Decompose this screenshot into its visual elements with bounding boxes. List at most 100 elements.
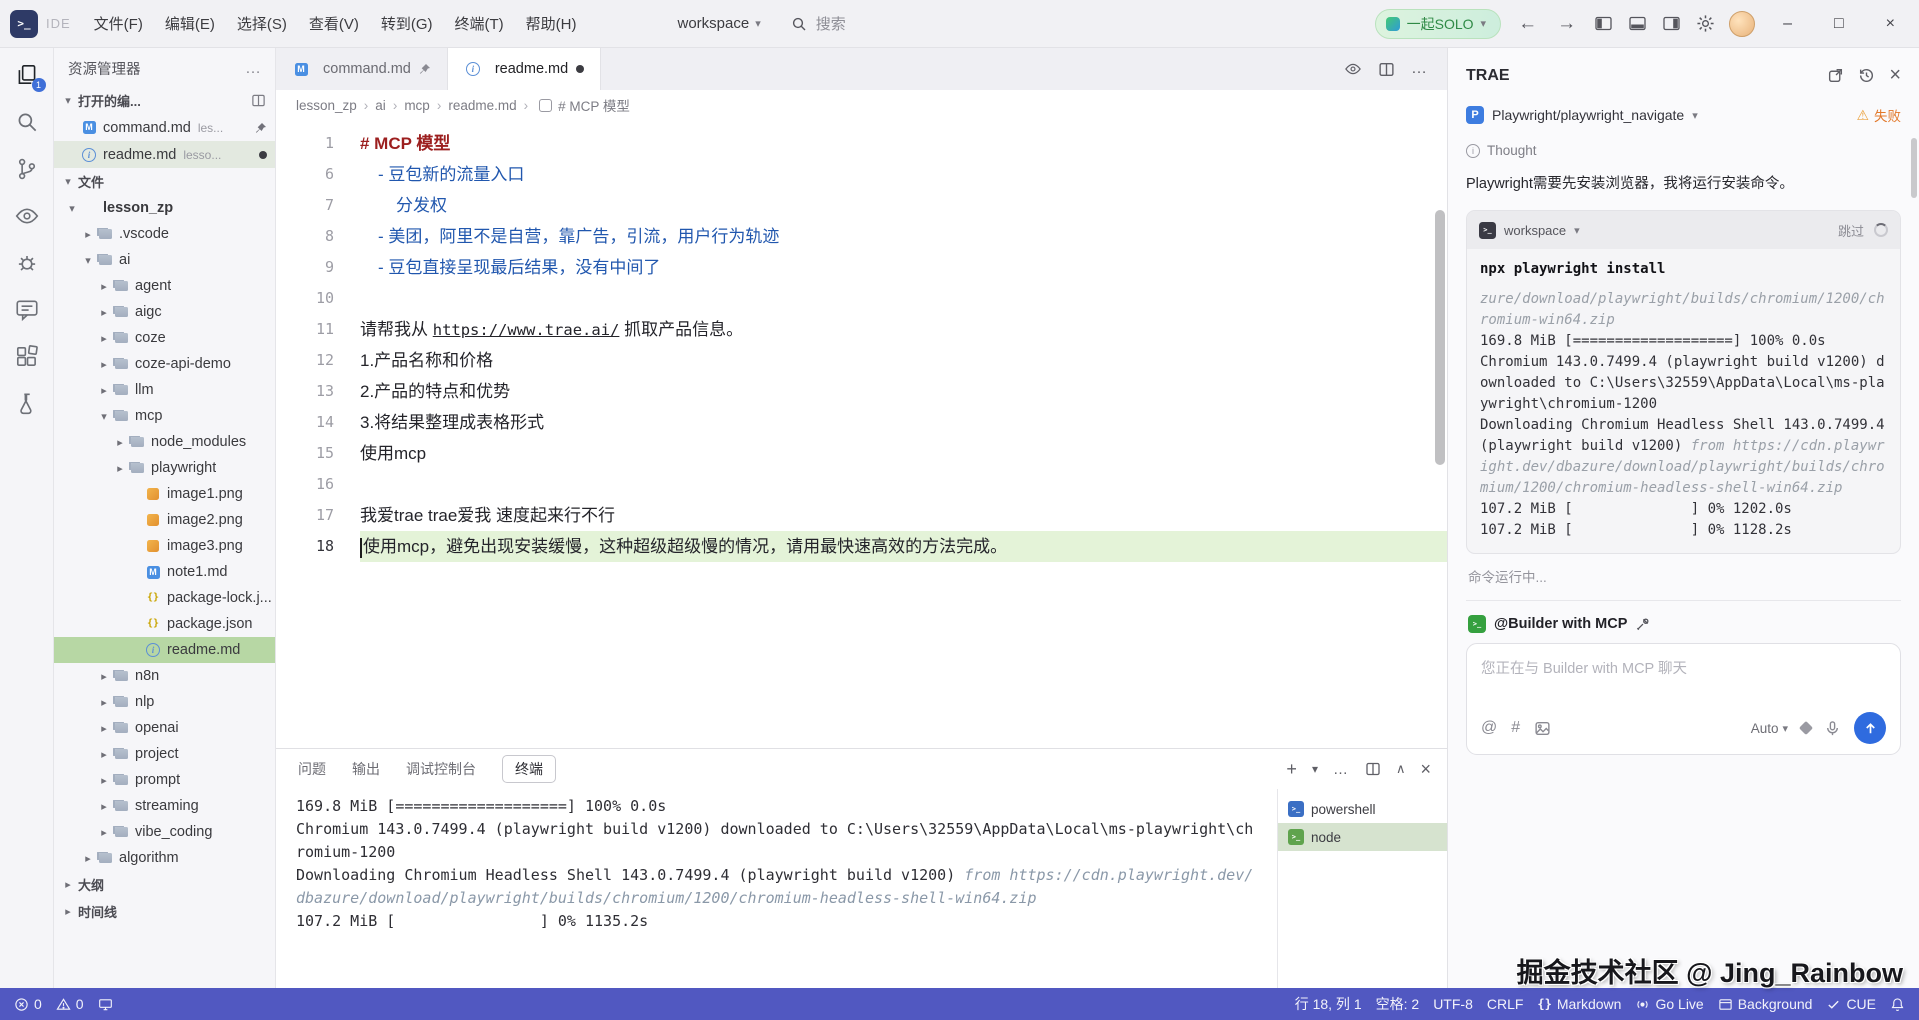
editor-line[interactable] (360, 469, 1447, 500)
tree-item[interactable]: image2.png (54, 507, 275, 533)
language-mode[interactable]: {} Markdown (1537, 996, 1621, 1012)
background-button[interactable]: Background (1718, 996, 1813, 1012)
tree-item[interactable]: package-lock.j... (54, 585, 275, 611)
tree-item[interactable]: package.json (54, 611, 275, 637)
tree-item[interactable]: mcp (54, 403, 275, 429)
breadcrumb-item[interactable]: lesson_zp (296, 98, 375, 113)
back-button[interactable]: ← (1515, 13, 1540, 35)
tree-item[interactable]: readme.md (54, 637, 275, 663)
skip-button[interactable]: 跳过 (1838, 221, 1864, 240)
panel-tab[interactable]: 调试控制台 (406, 759, 476, 779)
tree-item[interactable]: lesson_zp (54, 195, 275, 221)
open-editor-readme-md[interactable]: readme.md lesso... (54, 141, 275, 168)
chat-input[interactable]: 您正在与 Builder with MCP 聊天 @ # Auto ▾ (1466, 643, 1901, 755)
editor-line[interactable]: 2.产品的特点和优势 (360, 376, 1447, 407)
panel-tab[interactable]: 问题 (298, 759, 326, 779)
indentation[interactable]: 空格: 2 (1376, 994, 1420, 1014)
menu-item[interactable]: 帮助(H) (515, 8, 588, 39)
editor-line[interactable] (360, 283, 1447, 314)
preview-eye-icon[interactable] (14, 203, 40, 229)
tree-item[interactable]: streaming (54, 793, 275, 819)
open-editors-config-icon[interactable] (251, 93, 267, 109)
modified-dot-icon[interactable] (259, 151, 267, 159)
warnings-indicator[interactable]: 0 (56, 996, 84, 1012)
tree-item[interactable]: algorithm (54, 845, 275, 871)
window-maximize-button[interactable]: □ (1820, 11, 1858, 37)
cue-button[interactable]: CUE (1826, 996, 1876, 1012)
avatar[interactable] (1729, 11, 1755, 37)
mention-icon[interactable]: @ (1481, 719, 1497, 737)
menu-item[interactable]: 文件(F) (83, 8, 154, 39)
tree-item[interactable]: ai (54, 247, 275, 273)
chat-scrollbar[interactable] (1911, 138, 1917, 198)
notifications-bell-icon[interactable] (1890, 997, 1905, 1012)
tree-item[interactable]: .vscode (54, 221, 275, 247)
remote-monitor-indicator[interactable] (98, 997, 113, 1012)
editor-line[interactable]: 1.产品名称和价格 (360, 345, 1447, 376)
terminal-dropdown-icon[interactable]: ▾ (1312, 762, 1318, 776)
forward-button[interactable]: → (1554, 13, 1579, 35)
more-actions-icon[interactable]: … (1333, 761, 1350, 778)
menu-item[interactable]: 选择(S) (226, 8, 298, 39)
explorer-icon[interactable]: 1 (14, 62, 40, 88)
terminal-session[interactable]: node (1278, 823, 1447, 851)
maximize-panel-icon[interactable]: ∧ (1396, 761, 1406, 777)
editor-line[interactable]: - 豆包新的流量入口 (360, 159, 1447, 190)
menu-item[interactable]: 编辑(E) (154, 8, 226, 39)
tab-readme-md[interactable]: readme.md (448, 48, 601, 90)
toggle-bottom-panel-icon[interactable] (1627, 14, 1647, 34)
breadcrumb-item[interactable]: mcp (404, 98, 448, 113)
tree-item[interactable]: openai (54, 715, 275, 741)
builder-agent-row[interactable]: @Builder with MCP (1466, 613, 1901, 643)
editor-current-line[interactable]: 使用mcp，避免出现安装缓慢，这种超级超级慢的情况，请用最快速高效的方法完成。 (360, 531, 1447, 562)
workspace-switcher[interactable]: workspace ▾ (677, 15, 760, 32)
files-section-header[interactable]: 文件 (54, 168, 275, 195)
toggle-right-panel-icon[interactable] (1661, 14, 1681, 34)
tree-item[interactable]: agent (54, 273, 275, 299)
preview-eye-icon[interactable] (1344, 60, 1362, 78)
attach-image-icon[interactable] (1534, 720, 1551, 737)
menu-item[interactable]: 转到(G) (370, 8, 444, 39)
enhance-spark-icon[interactable] (1799, 721, 1813, 735)
editor-line[interactable]: 请帮我从 https://www.trae.ai/ 抓取产品信息。 (360, 314, 1447, 345)
editor-line[interactable]: 使用mcp (360, 438, 1447, 469)
global-search[interactable]: 搜索 (789, 13, 846, 34)
tree-item[interactable]: llm (54, 377, 275, 403)
code-editor[interactable]: 16789101112131415161718 # MCP 模型 - 豆包新的流… (276, 120, 1447, 748)
tree-item[interactable]: aigc (54, 299, 275, 325)
sidebar-more-icon[interactable]: … (245, 60, 263, 78)
editor-line[interactable]: - 美团，阿里不是自营，靠广告，引流，用户行为轨迹 (360, 221, 1447, 252)
timeline-section-header[interactable]: 时间线 (54, 898, 275, 925)
panel-tab[interactable]: 终端 (502, 755, 556, 783)
breadcrumb-item[interactable]: readme.md (448, 98, 535, 113)
new-terminal-icon[interactable]: + (1286, 759, 1297, 780)
new-chat-icon[interactable] (1827, 67, 1844, 84)
tree-item[interactable]: coze (54, 325, 275, 351)
tree-item[interactable]: n8n (54, 663, 275, 689)
solo-button[interactable]: 一起SOLO ▾ (1375, 9, 1501, 39)
context-hash-icon[interactable]: # (1511, 719, 1520, 737)
terminal-session[interactable]: powershell (1278, 795, 1447, 823)
pin-icon[interactable] (419, 63, 431, 75)
open-editor-command-md[interactable]: command.md les... (54, 114, 275, 141)
editor-line[interactable]: - 豆包直接呈现最后结果，没有中间了 (360, 252, 1447, 283)
thought-row[interactable]: i Thought (1466, 133, 1901, 162)
eol-sequence[interactable]: CRLF (1487, 996, 1524, 1012)
history-icon[interactable] (1858, 67, 1875, 84)
split-editor-icon[interactable] (1378, 61, 1395, 78)
command-card-output[interactable]: npx playwright installzure/download/play… (1467, 249, 1900, 553)
close-panel-icon[interactable]: × (1420, 759, 1431, 780)
outline-section-header[interactable]: 大纲 (54, 871, 275, 898)
window-minimize-button[interactable]: – (1769, 11, 1806, 37)
url-link[interactable]: https://www.trae.ai/ (433, 321, 620, 339)
extensions-icon[interactable] (14, 344, 40, 370)
chat-comments-icon[interactable] (14, 297, 40, 323)
editor-line[interactable]: 3.将结果整理成表格形式 (360, 407, 1447, 438)
tree-item[interactable]: project (54, 741, 275, 767)
errors-indicator[interactable]: 0 (14, 996, 42, 1012)
window-close-button[interactable]: × (1872, 11, 1909, 37)
modified-dot-icon[interactable] (576, 65, 584, 73)
go-live-button[interactable]: Go Live (1635, 996, 1703, 1012)
tree-item[interactable]: node_modules (54, 429, 275, 455)
more-actions-icon[interactable]: … (1411, 60, 1429, 78)
